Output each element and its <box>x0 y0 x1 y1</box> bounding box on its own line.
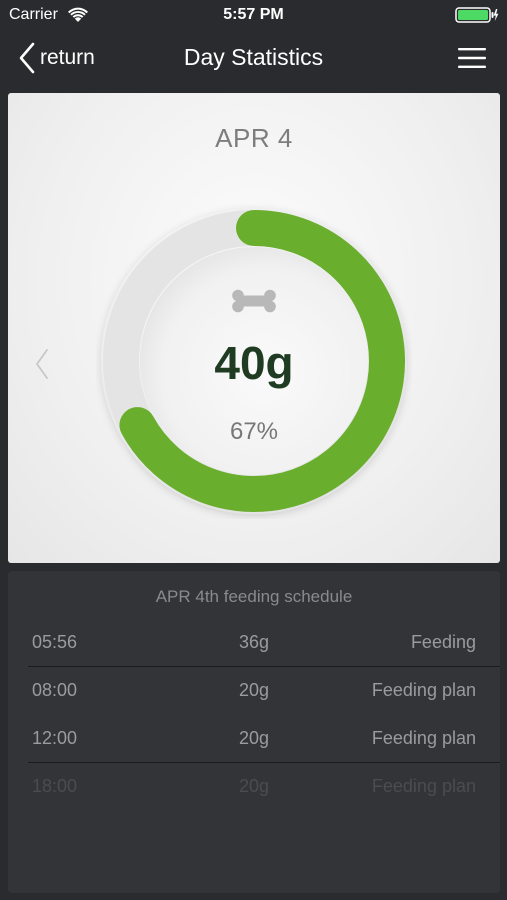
nav-bar: return Day Statistics <box>0 30 507 87</box>
amount-value: 40g <box>214 337 294 389</box>
schedule-time: 05:56 <box>32 632 78 652</box>
schedule-row[interactable]: 12:00 20g Feeding plan <box>8 715 500 763</box>
menu-icon[interactable] <box>458 47 486 69</box>
schedule-amount: 36g <box>238 632 270 652</box>
schedule-type: Feeding plan <box>371 776 476 796</box>
day-stats-card: APR 4 40g 67% <box>8 93 500 563</box>
schedule-type: Feeding plan <box>371 680 476 700</box>
schedule-type: Feeding plan <box>371 728 476 748</box>
status-time: 5:57 PM <box>223 6 284 23</box>
schedule-row[interactable]: 18:00 20g Feeding plan <box>8 763 500 811</box>
chevron-left-icon[interactable] <box>34 348 50 380</box>
schedule-amount: 20g <box>238 680 270 700</box>
status-bar: Carrier 5:57 PM <box>0 0 507 30</box>
percent-value: 67% <box>229 418 279 445</box>
schedule-time: 08:00 <box>32 680 78 700</box>
schedule-time: 12:00 <box>32 728 78 748</box>
schedule-row[interactable]: 05:56 36g Feeding <box>8 619 500 667</box>
battery-icon <box>455 7 499 23</box>
schedule-time: 18:00 <box>32 776 78 796</box>
schedule-title: APR 4th feeding schedule <box>155 587 353 606</box>
feeding-schedule-panel: APR 4th feeding schedule 05:56 36g Feedi… <box>8 571 500 893</box>
date-label: APR 4 <box>215 123 293 153</box>
schedule-row[interactable]: 08:00 20g Feeding plan <box>8 667 500 715</box>
progress-ring: 40g 67% <box>96 203 412 519</box>
schedule-type: Feeding <box>410 632 476 652</box>
bone-icon <box>232 289 276 313</box>
page-title: Day Statistics <box>183 44 324 70</box>
schedule-amount: 20g <box>238 728 270 748</box>
schedule-amount: 20g <box>238 776 270 796</box>
